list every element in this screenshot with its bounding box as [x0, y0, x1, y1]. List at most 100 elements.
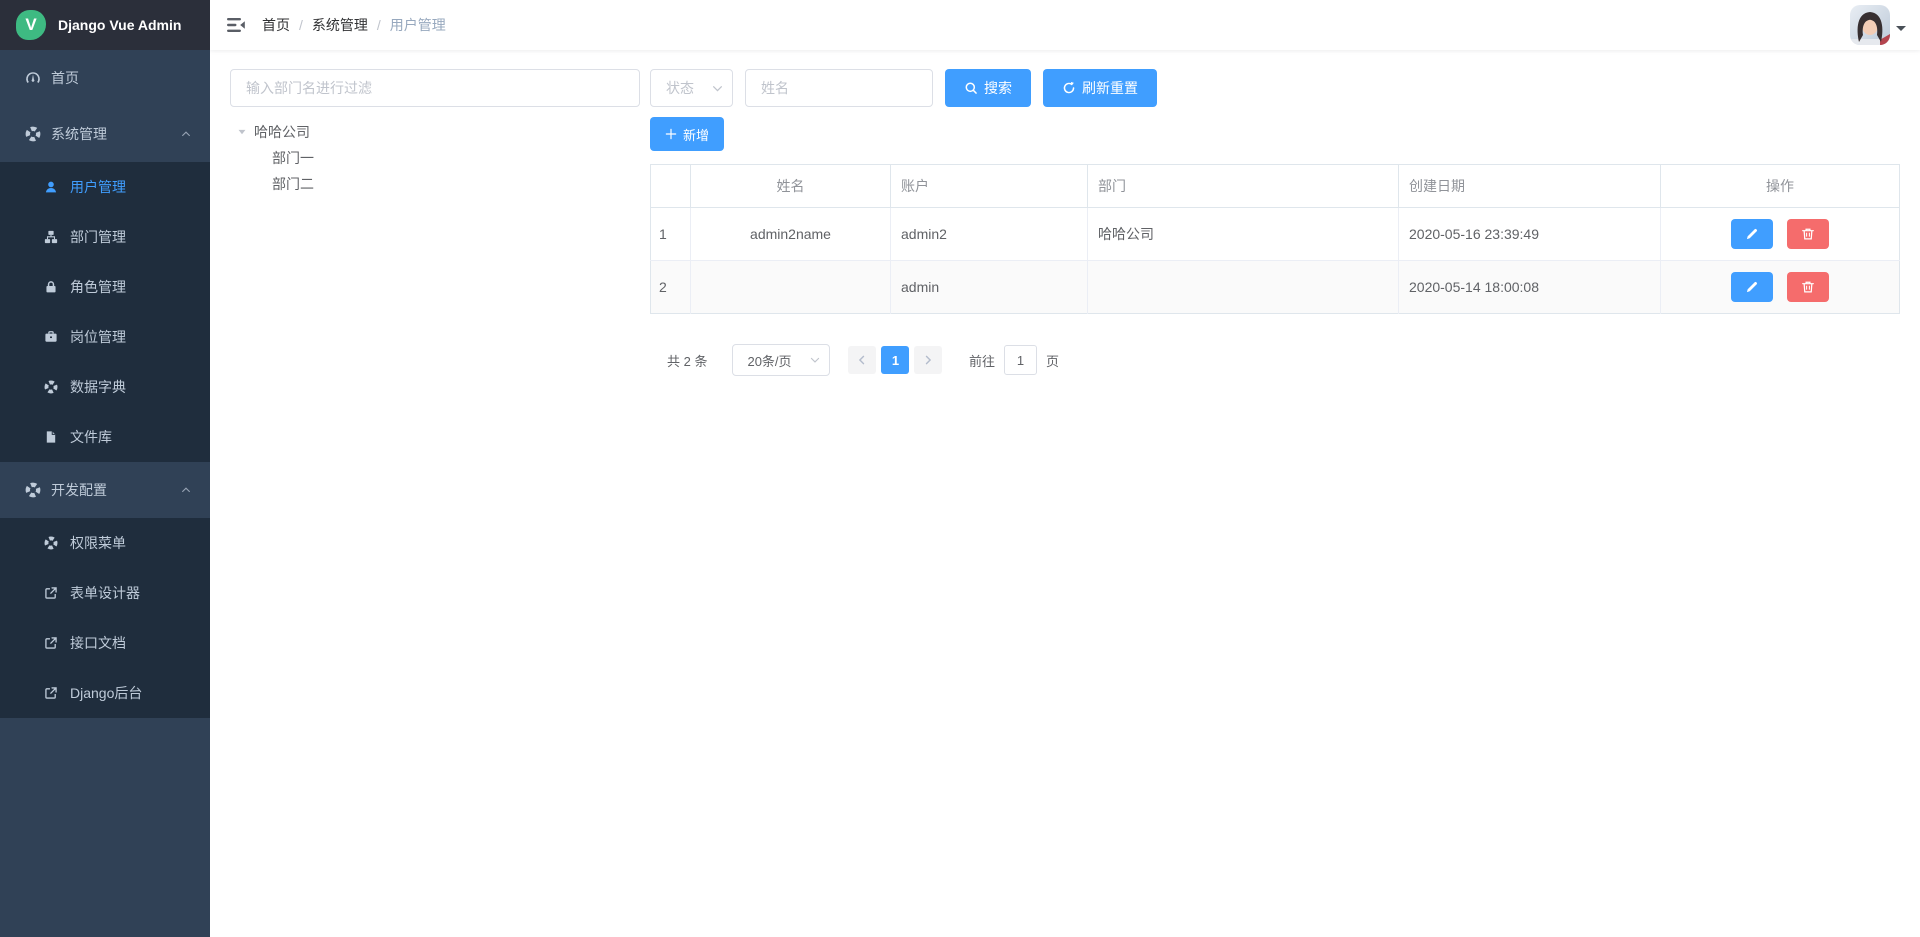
cell-index: 2: [651, 261, 691, 314]
cell-actions: [1661, 208, 1900, 261]
breadcrumb: 首页 / 系统管理 / 用户管理: [262, 15, 446, 35]
sidebar-item-label: 岗位管理: [70, 327, 126, 347]
external-link-icon: [44, 586, 58, 600]
plus-icon: [665, 128, 677, 140]
column-header-actions: 操作: [1661, 165, 1900, 208]
sidebar-submenu-dev[interactable]: 开发配置: [0, 462, 210, 518]
app-logo[interactable]: V Django Vue Admin: [0, 0, 210, 50]
filter-row: 状态 搜索 刷新重置: [650, 69, 1900, 107]
delete-button[interactable]: [1787, 219, 1829, 249]
add-button[interactable]: 新增: [650, 117, 724, 151]
sidebar-item-label: 用户管理: [70, 177, 126, 197]
org-tree-icon: [44, 230, 58, 244]
sidebar-submenu-dev-children: 权限菜单 表单设计器 接口文档 Django后台: [0, 518, 210, 718]
sidebar-submenu-label: 系统管理: [51, 124, 107, 144]
chevron-down-icon: [809, 354, 821, 366]
cell-account: admin2: [891, 208, 1088, 261]
avatar[interactable]: [1850, 5, 1890, 45]
edit-icon: [1745, 227, 1759, 241]
tree-node-label: 部门一: [272, 148, 314, 168]
sidebar-item-departments[interactable]: 部门管理: [0, 212, 210, 262]
department-panel: 哈哈公司 部门一 部门二: [230, 69, 640, 197]
tree-node-child[interactable]: 部门一: [230, 145, 640, 171]
department-filter-input[interactable]: [230, 69, 640, 107]
table-row: 2 admin 2020-05-14 18:00:08: [651, 261, 1900, 314]
main-area: 首页 / 系统管理 / 用户管理: [210, 0, 1920, 395]
search-button[interactable]: 搜索: [945, 69, 1031, 107]
users-table: 姓名 账户 部门 创建日期 操作 1 admin2name admin2 哈哈公: [650, 164, 1900, 314]
sidebar-item-dictionary[interactable]: 数据字典: [0, 362, 210, 412]
tree-node-root[interactable]: 哈哈公司: [230, 119, 640, 145]
component-icon: [25, 482, 41, 498]
sidebar-item-label: 权限菜单: [70, 533, 126, 553]
component-icon: [44, 536, 58, 550]
delete-button[interactable]: [1787, 272, 1829, 302]
column-header-created: 创建日期: [1399, 165, 1661, 208]
cell-name: [691, 261, 891, 314]
sidebar-item-label: 角色管理: [70, 277, 126, 297]
logo-letter: V: [25, 15, 36, 35]
column-header-dept: 部门: [1088, 165, 1399, 208]
department-tree: 哈哈公司 部门一 部门二: [230, 119, 640, 197]
arrow-left-icon: [856, 354, 868, 366]
name-filter-input[interactable]: [745, 69, 933, 107]
column-header-index: [651, 165, 691, 208]
chevron-up-icon: [180, 484, 192, 496]
sidebar-item-home[interactable]: 首页: [0, 50, 210, 106]
next-page-button[interactable]: [914, 346, 942, 374]
sidebar-item-api-docs[interactable]: 接口文档: [0, 618, 210, 668]
sidebar-item-files[interactable]: 文件库: [0, 412, 210, 462]
cell-dept: 哈哈公司: [1088, 208, 1399, 261]
caret-down-icon[interactable]: [230, 127, 254, 137]
sidebar-submenu-label: 开发配置: [51, 480, 107, 500]
breadcrumb-separator: /: [299, 17, 303, 33]
edit-icon: [1745, 280, 1759, 294]
breadcrumb-current: 用户管理: [390, 15, 446, 35]
sidebar-item-users[interactable]: 用户管理: [0, 162, 210, 212]
pagination: 共 2 条 20条/页 1 前往 页: [650, 344, 1900, 376]
search-button-label: 搜索: [984, 78, 1012, 98]
component-icon: [44, 380, 58, 394]
sidebar-item-django-admin[interactable]: Django后台: [0, 668, 210, 718]
trash-icon: [1801, 227, 1815, 241]
breadcrumb-system[interactable]: 系统管理: [312, 15, 368, 35]
sidebar-item-label: 首页: [51, 68, 79, 88]
breadcrumb-home[interactable]: 首页: [262, 15, 290, 35]
edit-button[interactable]: [1731, 219, 1773, 249]
sidebar-item-label: Django后台: [70, 683, 142, 703]
pagination-total: 共 2 条: [667, 351, 707, 370]
add-button-label: 新增: [683, 125, 709, 144]
page-size-value: 20条/页: [747, 351, 791, 370]
page-number-button[interactable]: 1: [881, 346, 909, 374]
briefcase-icon: [44, 330, 58, 344]
toolbar: 新增: [650, 117, 1900, 151]
chevron-up-icon: [180, 128, 192, 140]
sidebar-item-label: 接口文档: [70, 633, 126, 653]
page-content: 哈哈公司 部门一 部门二 状态: [210, 50, 1920, 395]
cell-created: 2020-05-16 23:39:49: [1399, 208, 1661, 261]
user-menu-trigger[interactable]: [1850, 5, 1906, 45]
goto-label: 前往: [969, 351, 995, 370]
column-header-account: 账户: [891, 165, 1088, 208]
chevron-down-icon: [711, 82, 724, 95]
tree-node-child[interactable]: 部门二: [230, 171, 640, 197]
sidebar-item-permission-menu[interactable]: 权限菜单: [0, 518, 210, 568]
sidebar-item-form-designer[interactable]: 表单设计器: [0, 568, 210, 618]
hamburger-icon[interactable]: [226, 15, 246, 35]
external-link-icon: [44, 686, 58, 700]
table-header-row: 姓名 账户 部门 创建日期 操作: [651, 165, 1900, 208]
sidebar-item-positions[interactable]: 岗位管理: [0, 312, 210, 362]
app-title: Django Vue Admin: [58, 17, 181, 33]
sidebar-submenu-system[interactable]: 系统管理: [0, 106, 210, 162]
sidebar-item-roles[interactable]: 角色管理: [0, 262, 210, 312]
refresh-reset-button[interactable]: 刷新重置: [1043, 69, 1157, 107]
prev-page-button[interactable]: [848, 346, 876, 374]
cell-name: admin2name: [691, 208, 891, 261]
sidebar: V Django Vue Admin 首页 系统管理 用户管理 部门管理: [0, 0, 210, 937]
page-size-select[interactable]: 20条/页: [732, 344, 830, 376]
edit-button[interactable]: [1731, 272, 1773, 302]
tree-node-label: 哈哈公司: [254, 122, 310, 142]
status-select[interactable]: 状态: [650, 69, 733, 107]
goto-page-input[interactable]: [1004, 345, 1037, 375]
sidebar-item-label: 数据字典: [70, 377, 126, 397]
